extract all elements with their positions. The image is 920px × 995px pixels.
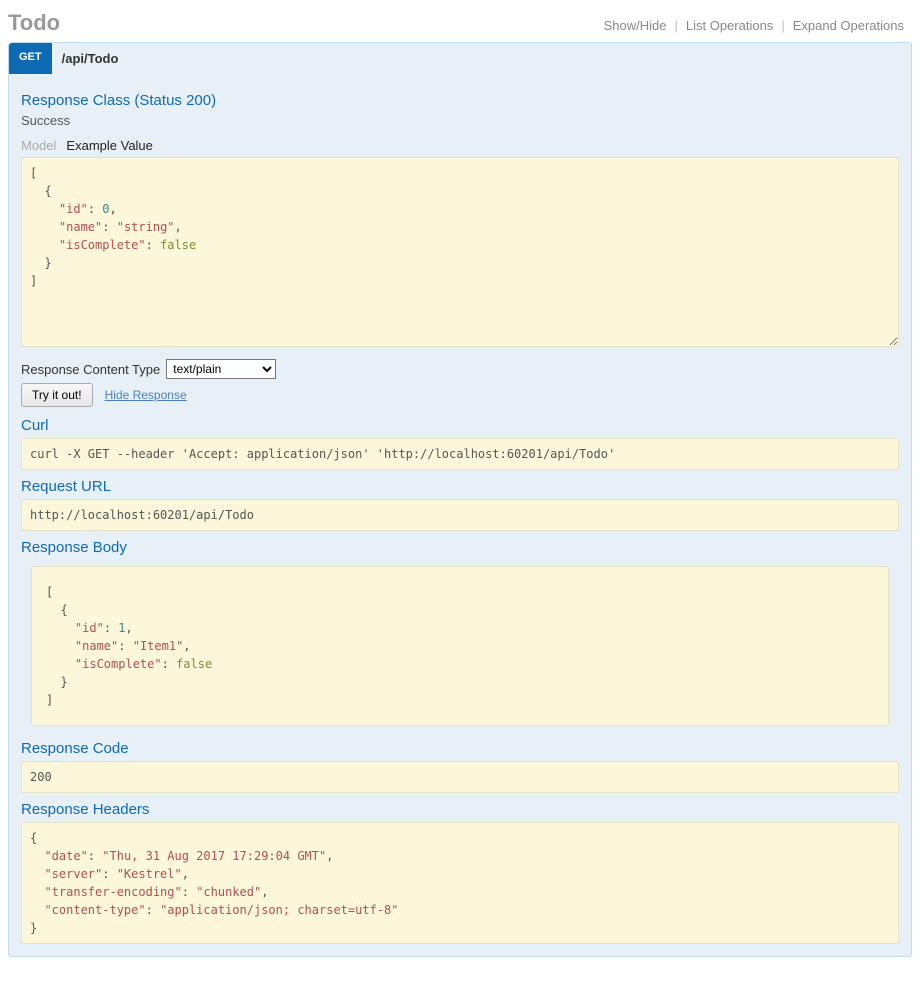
list-operations-link[interactable]: List Operations <box>678 18 781 33</box>
response-body-heading: Response Body <box>21 539 899 556</box>
response-class-desc: Success <box>21 113 899 128</box>
hide-response-link[interactable]: Hide Response <box>105 388 187 402</box>
curl-box: curl -X GET --header 'Accept: applicatio… <box>21 438 899 470</box>
show-hide-link[interactable]: Show/Hide <box>596 18 675 33</box>
api-header: Todo Show/Hide | List Operations | Expan… <box>8 8 912 42</box>
schema-tabs: Model Example Value <box>21 138 899 153</box>
response-headers-heading: Response Headers <box>21 801 899 818</box>
http-method-badge: GET <box>9 43 52 74</box>
tab-model[interactable]: Model <box>21 138 56 153</box>
curl-heading: Curl <box>21 417 899 434</box>
request-url-box: http://localhost:60201/api/Todo <box>21 499 899 531</box>
operation-bar[interactable]: GET /api/Todo <box>9 43 911 74</box>
example-value-box[interactable]: [ { "id": 0, "name": "string", "isComple… <box>21 157 899 347</box>
endpoint-path: /api/Todo <box>52 43 129 74</box>
response-headers-box: { "date": "Thu, 31 Aug 2017 17:29:04 GMT… <box>21 822 899 944</box>
api-title[interactable]: Todo <box>8 10 60 36</box>
response-body-box: [ { "id": 1, "name": "Item1", "isComplet… <box>31 566 889 726</box>
tab-example-value[interactable]: Example Value <box>66 138 152 153</box>
response-content-type-select[interactable]: text/plain <box>166 359 276 379</box>
try-it-out-button[interactable]: Try it out! <box>21 383 93 407</box>
header-operations: Show/Hide | List Operations | Expand Ope… <box>596 18 912 33</box>
response-code-box: 200 <box>21 761 899 793</box>
expand-operations-link[interactable]: Expand Operations <box>785 18 912 33</box>
response-code-heading: Response Code <box>21 740 899 757</box>
response-content-type-label: Response Content Type <box>21 362 160 377</box>
request-url-heading: Request URL <box>21 478 899 495</box>
response-class-heading: Response Class (Status 200) <box>21 92 899 109</box>
operation-panel: GET /api/Todo Response Class (Status 200… <box>8 42 912 957</box>
